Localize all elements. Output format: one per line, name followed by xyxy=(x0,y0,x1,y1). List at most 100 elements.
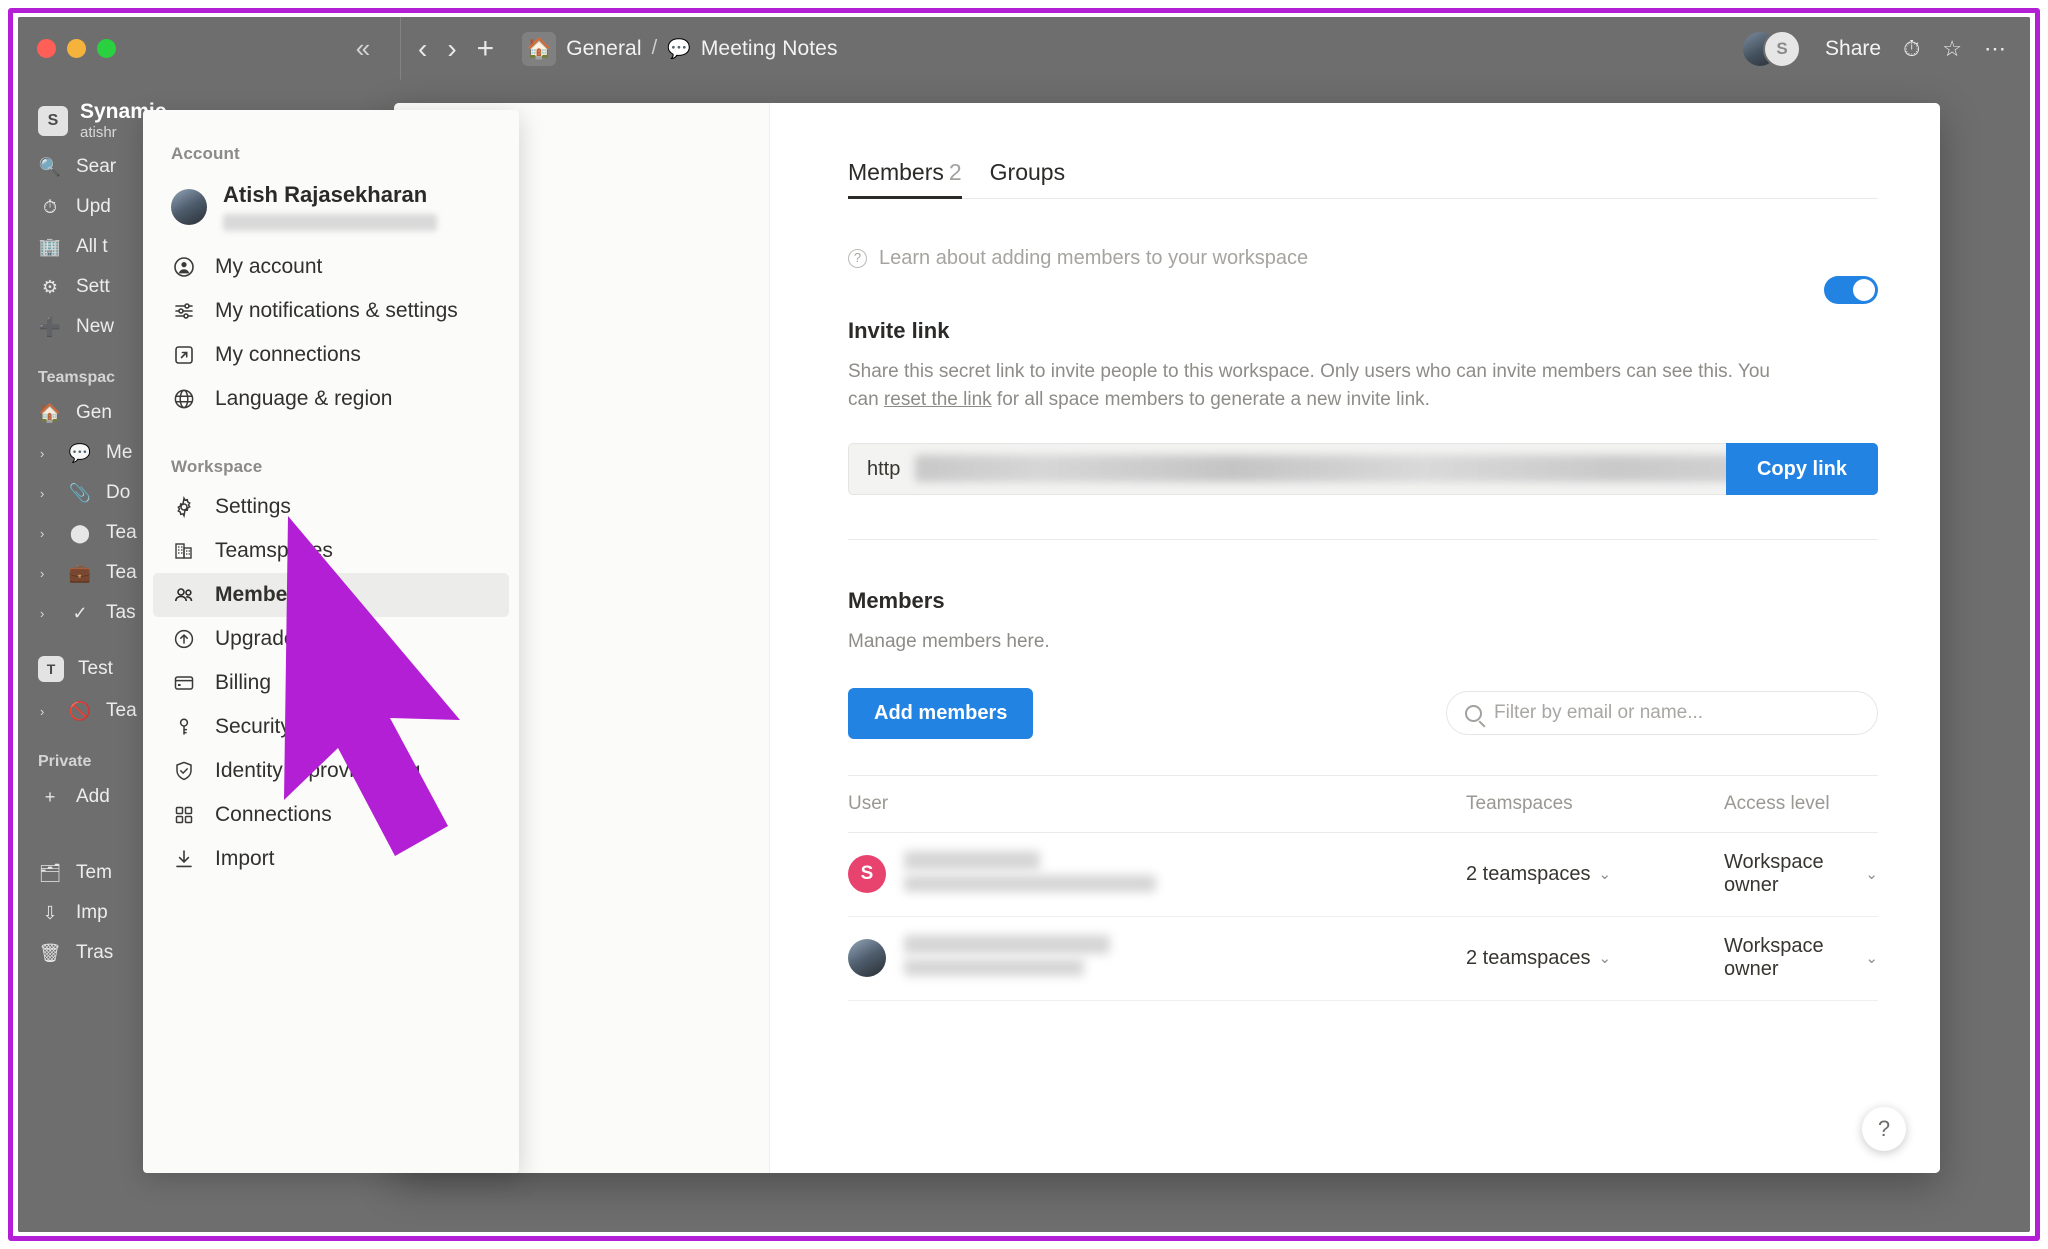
menu-item-label: Security xyxy=(215,715,291,739)
help-button[interactable]: ? xyxy=(1862,1107,1906,1151)
reset-the-link[interactable]: reset the link xyxy=(884,389,992,410)
breadcrumb-workspace[interactable]: General xyxy=(566,37,641,61)
settings-modal: Members 2 Groups ? Learn about adding mem… xyxy=(394,103,1940,1173)
close-window-button[interactable] xyxy=(37,39,56,58)
menu-item-upgrade[interactable]: Upgrade xyxy=(153,617,509,661)
column-header-user: User xyxy=(848,792,889,814)
chevron-right-icon[interactable]: › xyxy=(40,486,54,501)
teamspaces-dropdown[interactable]: 2 teamspaces ⌄ xyxy=(1466,863,1611,886)
sidebar-item-label: Imp xyxy=(76,902,108,924)
access-level-dropdown[interactable]: Workspace owner ⌄ xyxy=(1724,851,1878,897)
menu-item-label: Import xyxy=(215,847,275,871)
filter-members-input[interactable] xyxy=(1494,702,1859,725)
sidebar-item-label: Sett xyxy=(76,276,110,298)
menu-item-language-region[interactable]: Language & region xyxy=(153,377,509,421)
sidebar-item-label: Test xyxy=(78,658,113,680)
house-icon: 🏠 xyxy=(38,402,62,423)
sidebar-item-label: Gen xyxy=(76,402,112,424)
teamspaces-value: 2 teamspaces xyxy=(1466,862,1591,885)
copy-link-button[interactable]: Copy link xyxy=(1726,443,1878,496)
menu-item-label: My account xyxy=(215,255,323,279)
invite-link-input[interactable]: http xyxy=(848,443,1726,496)
access-level-dropdown[interactable]: Workspace owner ⌄ xyxy=(1724,935,1878,981)
member-teamspaces-cell[interactable]: 2 teamspaces ⌄ xyxy=(1466,863,1724,886)
house-icon[interactable]: 🏠 xyxy=(522,31,557,66)
menu-item-import[interactable]: Import xyxy=(153,837,509,881)
circle-icon: ⬤ xyxy=(69,522,91,543)
table-row[interactable]: S 2 teamspaces ⌄ Workspace owner ⌄ xyxy=(848,833,1878,917)
sidebar-item-label: New xyxy=(76,316,115,338)
menu-section-account: Account xyxy=(171,144,240,163)
plus-icon[interactable]: + xyxy=(477,33,495,64)
chevron-right-icon[interactable]: › xyxy=(40,606,54,621)
menu-item-teamspaces[interactable]: Teamspaces xyxy=(153,529,509,573)
speech-bubble-icon: 💬 xyxy=(68,442,92,463)
menu-item-label: Members xyxy=(215,583,308,607)
members-table: User Teamspaces Access level S 2 teamspa… xyxy=(848,774,1878,1001)
tab-members-label: Members xyxy=(848,159,944,185)
member-access-cell[interactable]: Workspace owner ⌄ xyxy=(1724,851,1878,897)
sidebar-item-label: Do xyxy=(106,482,131,504)
star-icon[interactable]: ☆ xyxy=(1942,36,1962,62)
minimize-window-button[interactable] xyxy=(67,39,86,58)
tab-members-count: 2 xyxy=(948,159,962,185)
maximize-window-button[interactable] xyxy=(97,39,116,58)
screenshot-root: « ‹ › + 🏠 General / 💬 Meeting Notes S Sh… xyxy=(0,0,2048,1249)
menu-item-my-account[interactable]: My account xyxy=(153,245,509,289)
menu-item-security[interactable]: Security xyxy=(153,705,509,749)
learn-about-members-link[interactable]: ? Learn about adding members to your wor… xyxy=(848,247,1878,270)
menu-item-members[interactable]: Members xyxy=(153,573,509,618)
menu-item-settings[interactable]: Settings xyxy=(153,485,509,529)
account-user-row[interactable]: Atish Rajasekharan xyxy=(153,176,509,237)
table-row[interactable]: 2 teamspaces ⌄ Workspace owner ⌄ xyxy=(848,917,1878,1001)
menu-item-my-notifications-settings[interactable]: My notifications & settings xyxy=(153,289,509,333)
people-icon xyxy=(171,582,197,608)
chevron-right-icon[interactable]: › xyxy=(40,704,54,719)
filter-members-field[interactable] xyxy=(1446,691,1878,736)
chevron-right-icon[interactable]: › xyxy=(40,446,54,461)
teamspaces-dropdown[interactable]: 2 teamspaces ⌄ xyxy=(1466,947,1611,970)
sidebar-item-label: Tras xyxy=(76,942,114,964)
ellipsis-icon[interactable]: ⋯ xyxy=(1984,36,2006,62)
paperclip-icon: 📎 xyxy=(68,482,92,503)
gear-icon xyxy=(171,494,197,520)
breadcrumb-page[interactable]: Meeting Notes xyxy=(701,37,838,61)
chevron-right-icon[interactable]: › xyxy=(447,34,456,63)
clock-icon: ⏱ xyxy=(42,196,58,217)
menu-item-my-connections[interactable]: My connections xyxy=(153,333,509,377)
redacted-email xyxy=(904,875,1156,893)
trash-icon: 🗑 xyxy=(38,942,62,963)
menu-item-connections[interactable]: Connections xyxy=(153,793,509,837)
members-settings-content: Members 2 Groups ? Learn about adding mem… xyxy=(770,103,1940,1173)
tab-members[interactable]: Members 2 xyxy=(848,159,962,199)
menu-item-identity-provisioning[interactable]: Identity & provisioning xyxy=(153,749,509,793)
clock-icon[interactable]: ⏱ xyxy=(1903,36,1920,62)
add-members-button[interactable]: Add members xyxy=(848,687,1034,739)
menu-item-label: Settings xyxy=(215,495,291,519)
table-header-row: User Teamspaces Access level xyxy=(848,774,1878,833)
share-button[interactable]: Share xyxy=(1825,37,1881,61)
tab-groups[interactable]: Groups xyxy=(990,159,1065,198)
window-controls xyxy=(37,39,116,58)
access-level-value: Workspace owner xyxy=(1724,851,1824,897)
collapse-sidebar-icon[interactable]: « xyxy=(348,35,378,63)
redacted-link xyxy=(915,455,1726,483)
chevron-right-icon[interactable]: › xyxy=(40,526,54,541)
user-circle-icon xyxy=(171,254,197,280)
chevron-left-icon[interactable]: ‹ xyxy=(418,34,427,63)
invite-desc-line1: Share this secret link to invite people … xyxy=(848,361,1770,382)
member-teamspaces-cell[interactable]: 2 teamspaces ⌄ xyxy=(1466,947,1724,970)
member-access-cell[interactable]: Workspace owner ⌄ xyxy=(1724,935,1878,981)
menu-item-billing[interactable]: Billing xyxy=(153,661,509,705)
chevron-right-icon[interactable]: › xyxy=(40,566,54,581)
column-header-teamspaces: Teamspaces xyxy=(1466,792,1573,814)
menu-item-label: My notifications & settings xyxy=(215,299,458,323)
chevron-down-icon: ⌄ xyxy=(1865,950,1878,968)
no-entry-icon: 🚫 xyxy=(68,700,92,721)
redacted-email xyxy=(223,214,437,232)
avatar-initial: S xyxy=(1763,29,1802,68)
sidebar-item-label: Tea xyxy=(106,562,137,584)
arrow-up-circle-icon xyxy=(171,626,197,652)
chevron-down-icon: ⌄ xyxy=(1598,950,1612,968)
invite-link-toggle[interactable] xyxy=(1824,276,1878,304)
